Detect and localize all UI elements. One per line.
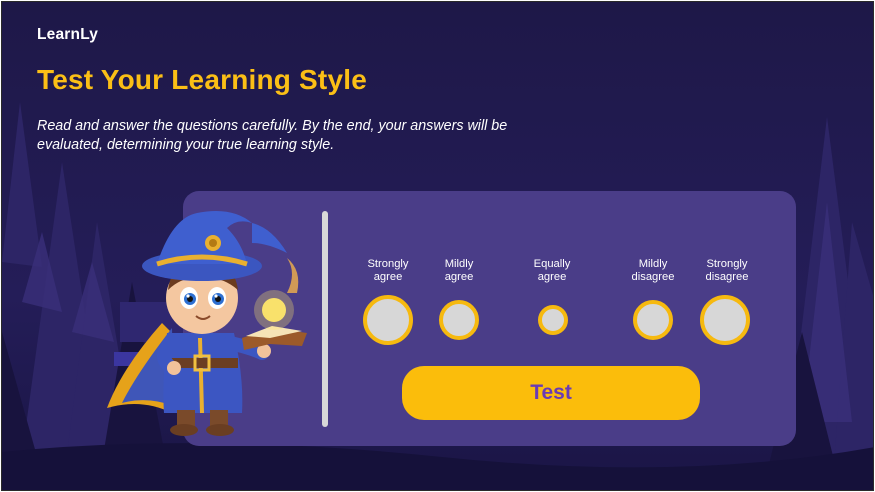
page-subtitle: Read and answer the questions carefully.…: [37, 118, 508, 153]
option-label-equally-agree: Equally agree: [533, 258, 571, 283]
radio-mildly-disagree[interactable]: [633, 300, 673, 340]
test-button[interactable]: Test: [402, 366, 700, 420]
radio-mildly-agree[interactable]: [439, 300, 479, 340]
wizard-mascot-icon: [107, 210, 307, 436]
radio-equally-agree[interactable]: [538, 305, 568, 335]
option-label-mildly-agree: Mildly agree: [444, 258, 474, 283]
radio-strongly-disagree[interactable]: [700, 295, 750, 345]
brand-logo: LearnLy: [37, 26, 99, 43]
card-divider: [322, 211, 328, 427]
app-frame: LearnLy Test Your Learning Style Read an…: [1, 1, 874, 491]
page-title: Test Your Learning Style: [37, 64, 367, 95]
radio-strongly-agree[interactable]: [363, 295, 413, 345]
option-label-strongly-disagree: Strongly disagree: [705, 258, 749, 283]
